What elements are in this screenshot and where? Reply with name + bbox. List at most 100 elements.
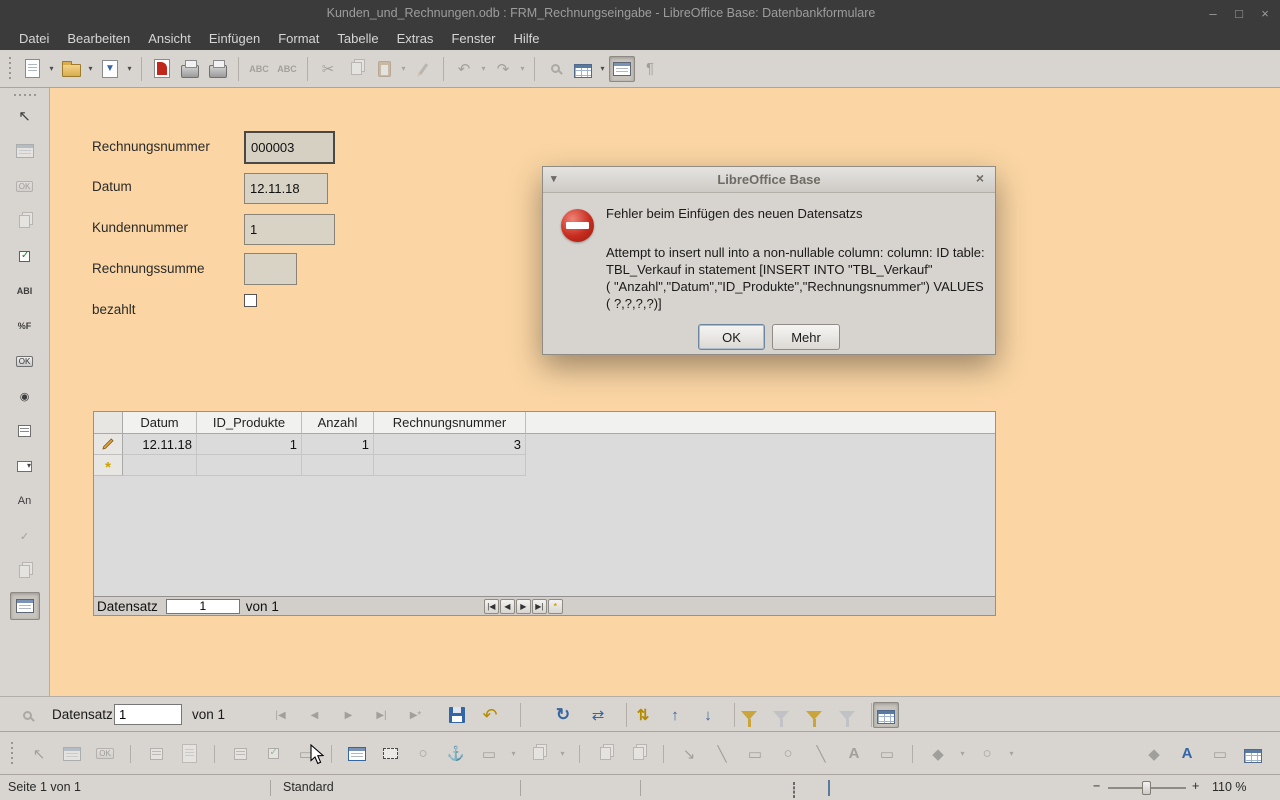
minimize-icon[interactable]: – bbox=[1202, 4, 1224, 22]
paid-checkbox[interactable] bbox=[244, 294, 257, 307]
empty-cell[interactable] bbox=[197, 455, 302, 476]
marquee-select-icon[interactable] bbox=[377, 741, 403, 767]
fontwork-gallery-icon[interactable]: A bbox=[1174, 741, 1200, 767]
column-header-rechnungsnummer[interactable]: Rechnungsnummer bbox=[374, 412, 526, 434]
form-canvas: Rechnungsnummer 000003 Datum 12.11.18 Ku… bbox=[50, 88, 1280, 696]
save-icon[interactable] bbox=[97, 56, 123, 82]
new-document-icon[interactable] bbox=[19, 56, 45, 82]
save-record-icon[interactable] bbox=[444, 702, 470, 728]
edit-file-icon[interactable] bbox=[149, 56, 175, 82]
new-record-row[interactable]: * bbox=[94, 455, 995, 476]
grid-last-record-button[interactable]: ▶| bbox=[532, 599, 547, 614]
date-field[interactable]: 12.11.18 bbox=[244, 173, 328, 204]
menu-einfuegen[interactable]: Einfügen bbox=[200, 28, 269, 49]
dialog-titlebar[interactable]: ▾ LibreOffice Base × bbox=[543, 167, 995, 193]
cell-anzahl[interactable]: 1 bbox=[302, 434, 374, 455]
toolbar-grip[interactable] bbox=[14, 92, 36, 98]
anchor-icon[interactable]: ⚓ bbox=[443, 741, 469, 767]
page-style[interactable]: Standard bbox=[283, 780, 334, 794]
menu-ansicht[interactable]: Ansicht bbox=[139, 28, 200, 49]
select-icon[interactable]: ↖ bbox=[10, 102, 40, 130]
sort-ascending-icon[interactable]: ↑ bbox=[662, 702, 688, 728]
sort-icon[interactable]: ⇅ bbox=[630, 702, 656, 728]
form-design-icon[interactable] bbox=[10, 592, 40, 620]
menu-bearbeiten[interactable]: Bearbeiten bbox=[58, 28, 139, 49]
text-box-icon[interactable]: ABI bbox=[10, 277, 40, 305]
column-header-anzahl[interactable]: Anzahl bbox=[302, 412, 374, 434]
open-dropdown-icon[interactable]: ▾ bbox=[86, 64, 95, 73]
toolbar-grip[interactable] bbox=[6, 57, 13, 81]
customer-number-field[interactable]: 1 bbox=[244, 214, 335, 245]
open-in-design-mode-icon[interactable] bbox=[344, 741, 370, 767]
option-button-icon[interactable]: ◉ bbox=[10, 382, 40, 410]
menu-fenster[interactable]: Fenster bbox=[442, 28, 504, 49]
column-header-datum[interactable]: Datum bbox=[123, 412, 197, 434]
cell-rechnungsnummer[interactable]: 3 bbox=[374, 434, 526, 455]
formatted-field-icon[interactable]: %F bbox=[10, 312, 40, 340]
check-box-icon[interactable] bbox=[10, 242, 40, 270]
menu-datei[interactable]: Datei bbox=[10, 28, 58, 49]
label-field-icon[interactable]: An bbox=[10, 487, 40, 515]
undo-data-entry-icon[interactable]: ↶ bbox=[477, 702, 503, 728]
sort-descending-icon[interactable]: ↓ bbox=[695, 702, 721, 728]
new-record-indicator[interactable]: * bbox=[94, 455, 123, 476]
save-dropdown-icon[interactable]: ▾ bbox=[125, 64, 134, 73]
dialog-close-icon[interactable]: × bbox=[971, 170, 989, 186]
insert-table-icon[interactable] bbox=[570, 56, 596, 82]
toolbar-separator bbox=[130, 745, 131, 763]
grid-corner[interactable] bbox=[94, 412, 123, 434]
close-icon[interactable]: × bbox=[1254, 4, 1276, 22]
menu-tabelle[interactable]: Tabelle bbox=[328, 28, 387, 49]
autofilter-icon[interactable] bbox=[736, 702, 762, 728]
toolbar-grip[interactable] bbox=[8, 742, 15, 766]
invoice-total-field[interactable] bbox=[244, 253, 297, 285]
print-icon[interactable] bbox=[177, 56, 203, 82]
maximize-icon[interactable]: □ bbox=[1228, 4, 1250, 22]
empty-cell[interactable] bbox=[374, 455, 526, 476]
refresh-icon[interactable]: ↻ bbox=[550, 702, 576, 728]
ok-button[interactable]: OK bbox=[698, 324, 765, 350]
copy-icon bbox=[343, 56, 369, 82]
table-dropdown-icon[interactable]: ▾ bbox=[598, 64, 607, 73]
grid-next-record-button[interactable]: ▶ bbox=[516, 599, 531, 614]
grid-prev-record-button[interactable]: ◀ bbox=[500, 599, 515, 614]
zoom-slider[interactable] bbox=[1108, 787, 1186, 789]
new-dropdown-icon[interactable]: ▾ bbox=[47, 64, 56, 73]
zoom-percent[interactable]: 110 % bbox=[1212, 780, 1247, 794]
push-button-icon[interactable]: OK bbox=[10, 347, 40, 375]
list-box-icon[interactable] bbox=[10, 417, 40, 445]
record-number-input[interactable] bbox=[114, 704, 182, 725]
grid-record-input[interactable] bbox=[166, 599, 240, 614]
zoom-in-icon[interactable]: + bbox=[1192, 779, 1199, 793]
zoom-out-icon[interactable]: − bbox=[1093, 779, 1100, 793]
selection-mode-icon[interactable] bbox=[793, 783, 795, 797]
cell-datum[interactable]: 12.11.18 bbox=[123, 434, 197, 455]
cell-id-produkte[interactable]: 1 bbox=[197, 434, 302, 455]
zoom-slider-thumb[interactable] bbox=[1142, 781, 1151, 795]
new-record-icon: ▶* bbox=[407, 707, 424, 724]
insert-grid-icon[interactable] bbox=[1240, 741, 1266, 767]
menu-extras[interactable]: Extras bbox=[388, 28, 443, 49]
menu-hilfe[interactable]: Hilfe bbox=[505, 28, 549, 49]
grid-first-record-button[interactable]: |◀ bbox=[484, 599, 499, 614]
data-source-as-table-icon[interactable] bbox=[873, 702, 899, 728]
form-design-toggle-icon[interactable] bbox=[609, 56, 635, 82]
empty-cell[interactable] bbox=[302, 455, 374, 476]
menu-format[interactable]: Format bbox=[269, 28, 328, 49]
form-based-filter-icon[interactable] bbox=[801, 702, 827, 728]
empty-cell[interactable] bbox=[123, 455, 197, 476]
refresh-control-icon[interactable]: ⇄ bbox=[585, 702, 611, 728]
table-row[interactable]: 12.11.18 1 1 3 bbox=[94, 434, 995, 455]
toolbar-separator bbox=[331, 745, 332, 763]
grid-new-record-button[interactable]: * bbox=[548, 599, 563, 614]
row-edit-indicator[interactable] bbox=[94, 434, 123, 455]
column-header-id-produkte[interactable]: ID_Produkte bbox=[197, 412, 302, 434]
combo-box-icon[interactable] bbox=[10, 452, 40, 480]
dialog-menu-icon[interactable]: ▾ bbox=[551, 172, 557, 185]
more-button[interactable]: Mehr bbox=[772, 324, 840, 350]
print-preview-icon[interactable] bbox=[205, 56, 231, 82]
last-record-icon: ▶| bbox=[373, 707, 390, 724]
invoice-number-field[interactable]: 000003 bbox=[244, 131, 335, 164]
document-modified-icon[interactable] bbox=[828, 781, 830, 795]
open-file-icon[interactable] bbox=[58, 56, 84, 82]
